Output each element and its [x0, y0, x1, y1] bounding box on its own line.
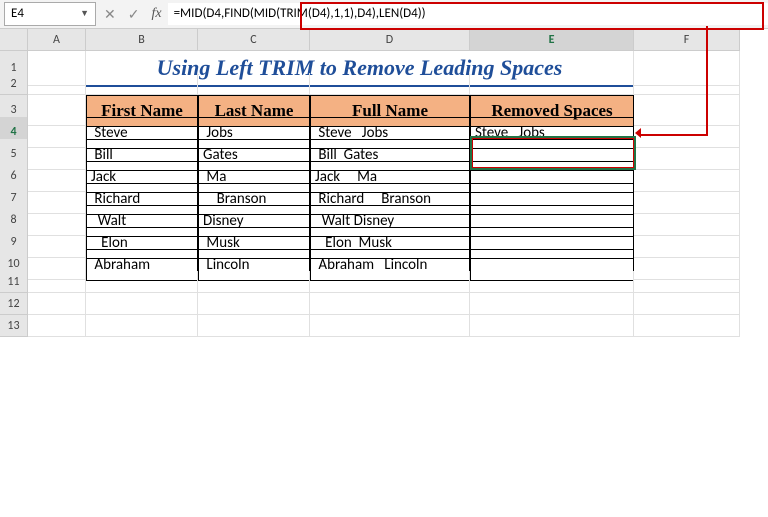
name-box[interactable]: E4 ▼ — [4, 2, 96, 26]
formula-bar-icons: ✕ ✓ fx — [104, 6, 162, 23]
cell-D13[interactable] — [310, 315, 470, 337]
cell-C2[interactable] — [198, 73, 310, 95]
cell-A2[interactable] — [28, 73, 86, 95]
row-header-11[interactable]: 11 — [0, 271, 28, 293]
cell-E13[interactable] — [470, 315, 634, 337]
select-all-corner[interactable] — [0, 29, 28, 51]
formula-input[interactable]: =MID(D4,FIND(MID(TRIM(D4),1,1),D4),LEN(D… — [168, 3, 768, 25]
cell-D11[interactable] — [310, 271, 470, 293]
col-header-E[interactable]: E — [470, 29, 634, 51]
cell-B12[interactable] — [86, 293, 198, 315]
cell-A12[interactable] — [28, 293, 86, 315]
cell-F13[interactable] — [634, 315, 740, 337]
cell-C11[interactable] — [198, 271, 310, 293]
cell-B13[interactable] — [86, 315, 198, 337]
cell-F2[interactable] — [634, 73, 740, 95]
spreadsheet-grid[interactable]: A B C D E F 1 Using Left TRIM to Remove … — [0, 29, 768, 337]
arrow-horizontal — [639, 134, 708, 136]
name-box-dropdown-icon[interactable]: ▼ — [80, 3, 89, 25]
cell-B11[interactable] — [86, 271, 198, 293]
row-header-13[interactable]: 13 — [0, 315, 28, 337]
cell-A11[interactable] — [28, 271, 86, 293]
cell-F12[interactable] — [634, 293, 740, 315]
col-header-A[interactable]: A — [28, 29, 86, 51]
col-header-F[interactable]: F — [634, 29, 740, 51]
arrow-vertical — [706, 26, 708, 136]
cell-F11[interactable] — [634, 271, 740, 293]
name-box-value: E4 — [11, 3, 24, 25]
cancel-icon[interactable]: ✕ — [104, 6, 116, 23]
cell-D2[interactable] — [310, 73, 470, 95]
formula-bar: E4 ▼ ✕ ✓ fx =MID(D4,FIND(MID(TRIM(D4),1,… — [0, 0, 768, 29]
col-header-B[interactable]: B — [86, 29, 198, 51]
row-header-12[interactable]: 12 — [0, 293, 28, 315]
fx-icon[interactable]: fx — [151, 6, 161, 22]
cell-E2[interactable] — [470, 73, 634, 95]
enter-icon[interactable]: ✓ — [128, 6, 140, 23]
arrow-head-icon — [635, 128, 641, 138]
col-header-D[interactable]: D — [310, 29, 470, 51]
row-header-2[interactable]: 2 — [0, 73, 28, 95]
cell-D12[interactable] — [310, 293, 470, 315]
cell-B2[interactable] — [86, 73, 198, 95]
col-header-C[interactable]: C — [198, 29, 310, 51]
cell-E11[interactable] — [470, 271, 634, 293]
cell-E12[interactable] — [470, 293, 634, 315]
cell-A13[interactable] — [28, 315, 86, 337]
cell-C12[interactable] — [198, 293, 310, 315]
cell-C13[interactable] — [198, 315, 310, 337]
